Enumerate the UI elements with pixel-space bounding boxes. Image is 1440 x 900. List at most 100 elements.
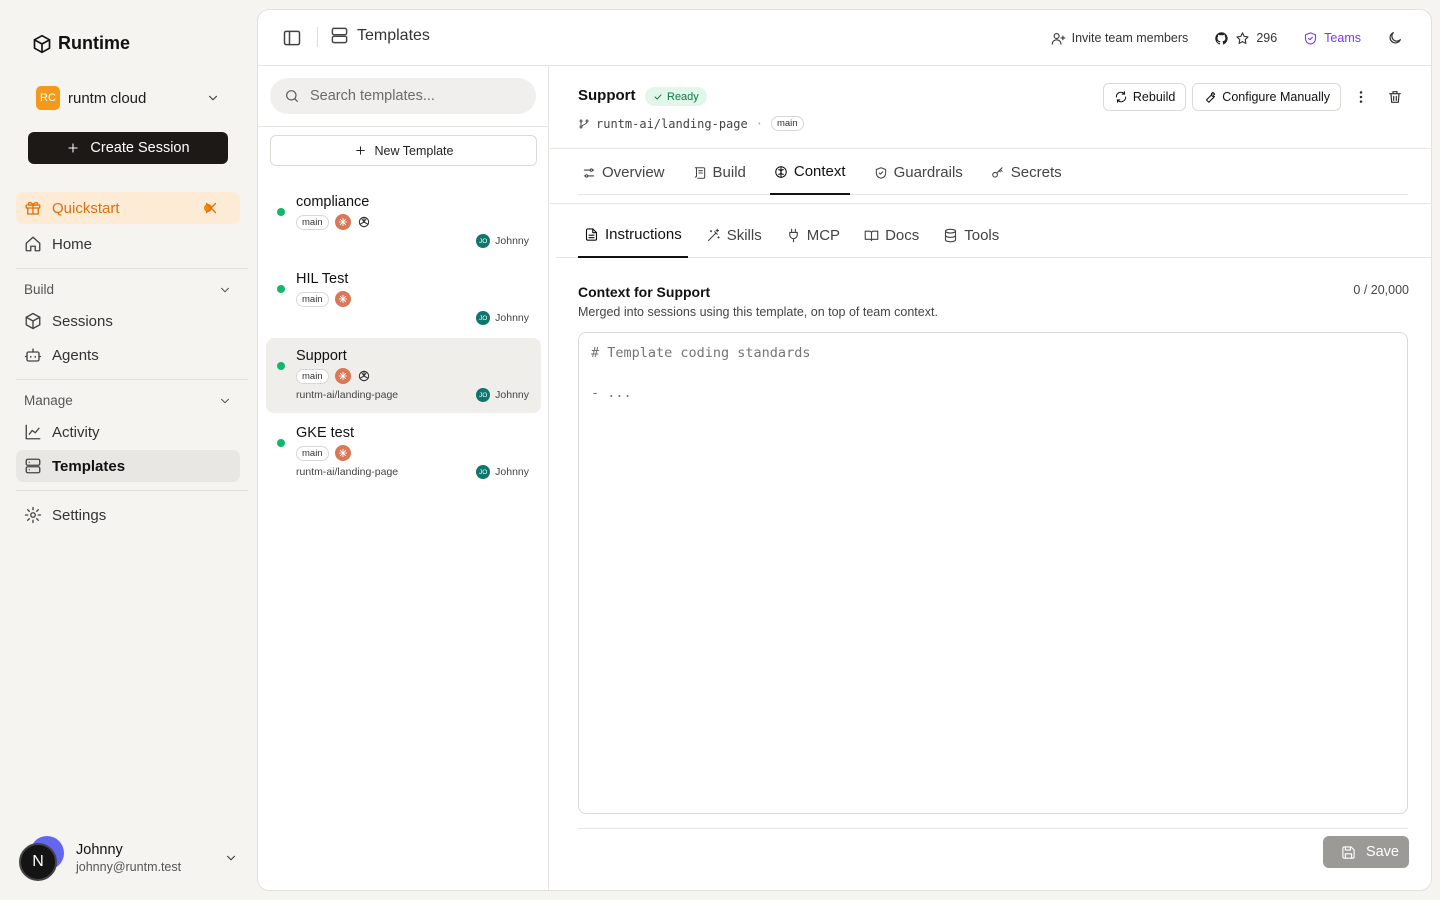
avatar-initial: N — [19, 843, 57, 881]
close-icon[interactable] — [202, 199, 220, 217]
search-input[interactable] — [310, 88, 530, 104]
chevron-down-icon — [208, 95, 218, 101]
save-icon — [1342, 845, 1355, 859]
divider — [16, 379, 248, 380]
branch-badge: main — [296, 291, 329, 307]
author-avatar: JO — [476, 388, 491, 402]
user-menu[interactable]: N Johnny johnny@runtm.test — [18, 834, 238, 882]
plug-icon — [788, 228, 798, 242]
tab-instructions[interactable]: Instructions — [578, 212, 688, 258]
sidebar-item-activity[interactable]: Activity — [16, 416, 240, 448]
tab-tools[interactable]: Tools — [937, 212, 1005, 258]
invite-label: Invite team members — [1071, 31, 1189, 45]
divider — [578, 828, 1408, 829]
tab-mcp[interactable]: MCP — [780, 212, 846, 258]
sidebar-item-templates[interactable]: Templates — [16, 450, 240, 482]
tab-label: Guardrails — [893, 164, 963, 181]
group-manage[interactable]: Manage — [24, 393, 232, 408]
tab-skills[interactable]: Skills — [700, 212, 768, 258]
invite-button[interactable]: Invite team members — [1051, 31, 1189, 46]
brain-icon — [775, 165, 787, 178]
stars-count: 296 — [1256, 31, 1278, 45]
topbar-actions: Invite team members 296 Teams — [1051, 24, 1403, 52]
tab-docs[interactable]: Docs — [858, 212, 925, 258]
key-icon — [992, 166, 1003, 178]
brand[interactable]: Runtime — [32, 33, 130, 54]
tab-overview[interactable]: Overview — [578, 150, 669, 195]
template-detail: Support Ready runtm-ai/landing-page · ma… — [550, 66, 1431, 890]
divider — [16, 268, 248, 269]
divider — [550, 148, 1431, 149]
chart-line-icon — [25, 424, 41, 440]
save-button[interactable]: Save — [1322, 836, 1409, 868]
topbar: Templates Invite team members 296 Teams — [258, 10, 1431, 66]
sidebar-item-sessions[interactable]: Sessions — [16, 305, 240, 337]
tab-label: Build — [712, 164, 746, 181]
search-icon — [286, 90, 298, 102]
context-title: Context for Support — [578, 284, 711, 300]
template-name: compliance — [296, 194, 370, 210]
group-label: Build — [24, 282, 55, 297]
git-branch-icon — [579, 119, 589, 128]
template-card-gke-test[interactable]: GKE test main runtm-ai/landing-page JO J… — [266, 415, 541, 490]
character-count: 0 / 20,000 — [1353, 283, 1409, 297]
template-author: JO Johnny — [476, 311, 529, 325]
sidebar-toggle-icon[interactable] — [282, 28, 302, 48]
theme-toggle[interactable] — [1387, 30, 1403, 46]
create-session-button[interactable]: Create Session — [28, 132, 228, 164]
delete-button[interactable] — [1381, 83, 1409, 111]
sidebar-item-settings[interactable]: Settings — [16, 499, 240, 531]
openai-icon — [358, 370, 369, 382]
context-editor[interactable] — [578, 332, 1408, 814]
github-stars-button[interactable]: 296 — [1214, 31, 1277, 46]
repo-name[interactable]: runtm-ai/landing-page — [596, 117, 748, 131]
template-name: Support — [296, 348, 347, 364]
template-name: HIL Test — [296, 271, 349, 287]
tab-build[interactable]: Build — [689, 150, 750, 195]
template-card-hil-test[interactable]: HIL Test main JO Johnny — [266, 261, 541, 336]
tab-label: Overview — [602, 164, 665, 181]
author-name: Johnny — [495, 235, 529, 247]
chevron-down-icon — [220, 287, 230, 292]
more-button[interactable] — [1347, 83, 1375, 111]
status-dot — [277, 285, 285, 293]
gift-icon — [25, 201, 41, 215]
template-card-compliance[interactable]: compliance main JO Johnny — [266, 184, 541, 259]
star-icon — [1236, 31, 1249, 44]
configure-manually-button[interactable]: Configure Manually — [1192, 83, 1341, 111]
tab-label: Context — [793, 163, 846, 180]
tab-guardrails[interactable]: Guardrails — [870, 150, 967, 195]
shield-icon — [875, 166, 886, 179]
sidebar-item-label: Home — [52, 235, 93, 253]
sidebar-item-agents[interactable]: Agents — [16, 339, 240, 371]
trash-icon — [1389, 91, 1401, 103]
sidebar-item-quickstart[interactable]: Quickstart — [16, 192, 240, 224]
template-badges: main — [296, 368, 371, 384]
wrench-icon — [1206, 91, 1216, 103]
status-badge: Ready — [645, 87, 707, 106]
template-name: GKE test — [296, 425, 355, 441]
server-icon — [25, 458, 41, 474]
template-card-support[interactable]: Support main runtm-ai/landing-page JO Jo… — [266, 338, 541, 413]
group-build[interactable]: Build — [24, 282, 232, 297]
brand-name: Runtime — [58, 33, 130, 53]
branch-badge: main — [296, 214, 329, 230]
moon-icon — [1389, 32, 1401, 44]
teams-label: Teams — [1324, 31, 1361, 45]
sidebar-item-label: Activity — [52, 423, 100, 441]
primary-tabs: Overview Build Context Guardrails Secret… — [578, 150, 1408, 195]
tab-context[interactable]: Context — [769, 150, 850, 195]
status-label: Ready — [667, 90, 699, 103]
claude-icon — [334, 445, 351, 461]
teams-button[interactable]: Teams — [1303, 31, 1361, 46]
user-email: johnny@runtm.test — [76, 860, 182, 874]
sidebar-item-home[interactable]: Home — [16, 228, 240, 260]
author-avatar: JO — [476, 234, 491, 248]
new-template-button[interactable]: New Template — [270, 135, 537, 166]
rebuild-button[interactable]: Rebuild — [1102, 83, 1187, 111]
plus-icon — [355, 146, 365, 155]
tab-secrets[interactable]: Secrets — [987, 150, 1066, 195]
org-switcher[interactable]: RC runtm cloud — [28, 82, 228, 114]
divider — [317, 27, 318, 47]
search-box[interactable] — [270, 78, 536, 114]
